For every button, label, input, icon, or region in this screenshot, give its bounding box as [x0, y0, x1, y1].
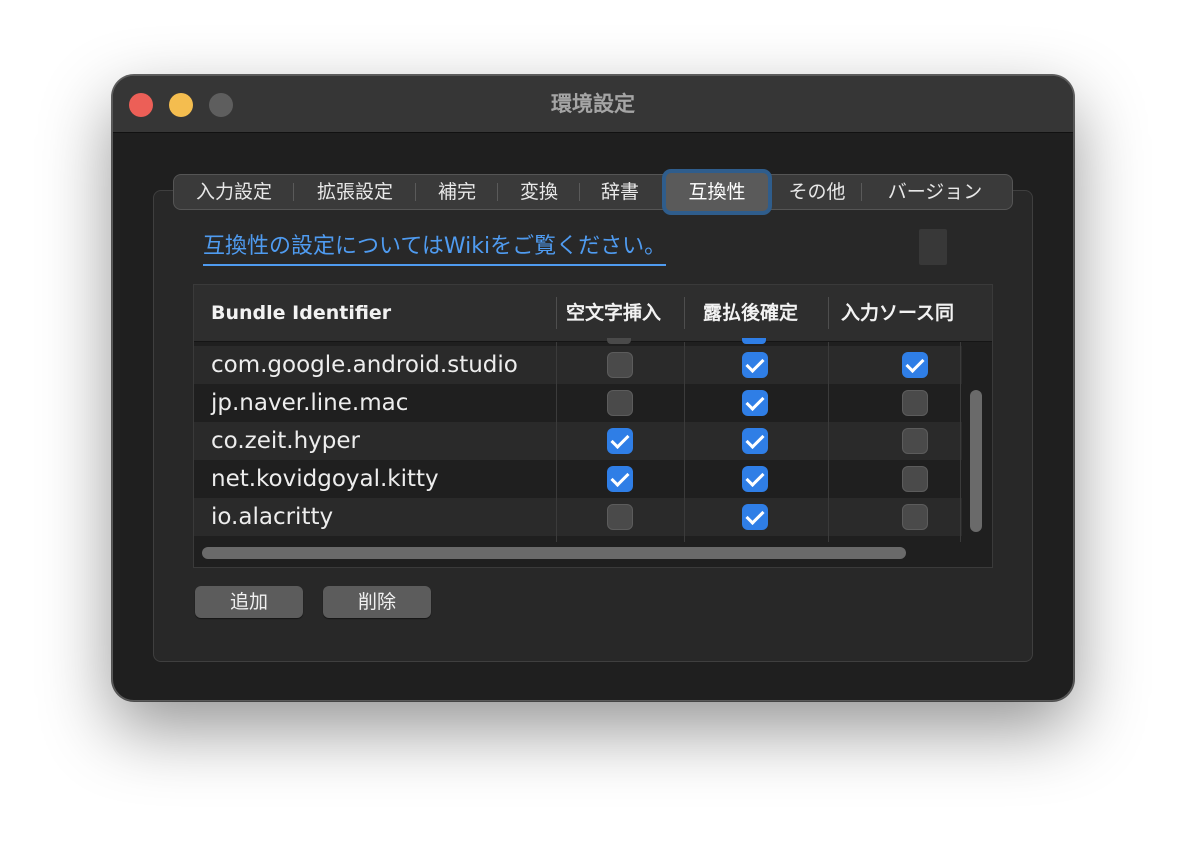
empty-insert-checkbox[interactable] — [607, 428, 633, 454]
tab-label: 変換 — [519, 181, 558, 203]
tab-label: 拡張設定 — [316, 181, 393, 203]
bundle-id-cell: co.zeit.hyper — [211, 428, 360, 454]
title-bar[interactable]: 環境設定 — [113, 76, 1073, 133]
horizontal-scrollbar[interactable] — [202, 547, 906, 559]
window-title: 環境設定 — [551, 92, 635, 116]
bundle-id-cell: net.kovidgoyal.kitty — [211, 466, 439, 492]
wiki-link[interactable]: 互換性の設定についてはWikiをご覧ください。 — [203, 228, 667, 266]
tab-label: 補完 — [437, 181, 476, 203]
tab-compatibility[interactable]: 互換性 — [666, 173, 768, 211]
confirm-after-checkbox[interactable] — [742, 504, 768, 530]
add-button[interactable]: 追加 — [195, 586, 303, 618]
column-header-bundle-identifier[interactable]: Bundle Identifier — [211, 285, 541, 341]
table-row[interactable]: com.google.android.studio — [194, 346, 962, 384]
column-header-empty-insert[interactable]: 空文字挿入 — [566, 285, 678, 341]
confirm-after-checkbox[interactable] — [742, 390, 768, 416]
remove-button[interactable]: 削除 — [323, 586, 431, 618]
bundle-id-cell: io.alacritty — [211, 504, 334, 530]
compatibility-table[interactable]: Bundle Identifier 空文字挿入 露払後確定 入力ソース同 com… — [193, 284, 993, 568]
empty-insert-checkbox[interactable] — [607, 390, 633, 416]
table-row[interactable]: net.kovidgoyal.kitty — [194, 460, 962, 498]
table-body: com.google.android.studio jp.naver.line.… — [194, 342, 962, 542]
input-source-sync-checkbox[interactable] — [902, 504, 928, 530]
vertical-scrollbar[interactable] — [970, 390, 982, 532]
table-row[interactable]: jp.naver.line.mac — [194, 384, 962, 422]
input-source-sync-checkbox[interactable] — [902, 390, 928, 416]
preferences-window: 環境設定 入力設定 拡張設定 補完 変換 辞書 互換性 その他 バージョン 互換… — [112, 75, 1074, 701]
bundle-id-cell: com.google.android.studio — [211, 352, 518, 378]
tab-version[interactable]: バージョン — [862, 175, 1008, 209]
tab-label: バージョン — [887, 181, 983, 203]
bundle-id-cell: jp.naver.line.mac — [211, 390, 409, 416]
help-box — [919, 229, 947, 265]
tab-label: 辞書 — [600, 181, 639, 203]
input-source-sync-checkbox[interactable] — [902, 466, 928, 492]
tab-extended-settings[interactable]: 拡張設定 — [294, 175, 416, 209]
table-header: Bundle Identifier 空文字挿入 露払後確定 入力ソース同 — [194, 285, 992, 342]
tab-input-settings[interactable]: 入力設定 — [174, 175, 294, 209]
table-row[interactable]: io.alacritty — [194, 498, 962, 536]
input-source-sync-checkbox[interactable] — [902, 352, 928, 378]
confirm-after-checkbox[interactable] — [742, 352, 768, 378]
tab-conversion[interactable]: 変換 — [498, 175, 580, 209]
tab-bar: 入力設定 拡張設定 補完 変換 辞書 互換性 その他 バージョン — [173, 173, 1013, 211]
tab-label: その他 — [788, 181, 846, 203]
empty-insert-checkbox[interactable] — [607, 504, 633, 530]
confirm-after-checkbox[interactable] — [742, 466, 768, 492]
empty-insert-checkbox[interactable] — [607, 466, 633, 492]
tab-dictionary[interactable]: 辞書 — [580, 175, 660, 209]
confirm-after-checkbox[interactable] — [742, 428, 768, 454]
input-source-sync-checkbox[interactable] — [902, 428, 928, 454]
empty-insert-checkbox[interactable] — [607, 352, 633, 378]
tab-completion[interactable]: 補完 — [416, 175, 498, 209]
column-header-confirm-after[interactable]: 露払後確定 — [703, 285, 833, 341]
table-row[interactable]: co.zeit.hyper — [194, 422, 962, 460]
tab-other[interactable]: その他 — [772, 175, 862, 209]
tab-label: 互換性 — [688, 181, 746, 203]
tab-label: 入力設定 — [195, 181, 272, 203]
column-header-input-source-sync[interactable]: 入力ソース同 — [841, 285, 963, 341]
